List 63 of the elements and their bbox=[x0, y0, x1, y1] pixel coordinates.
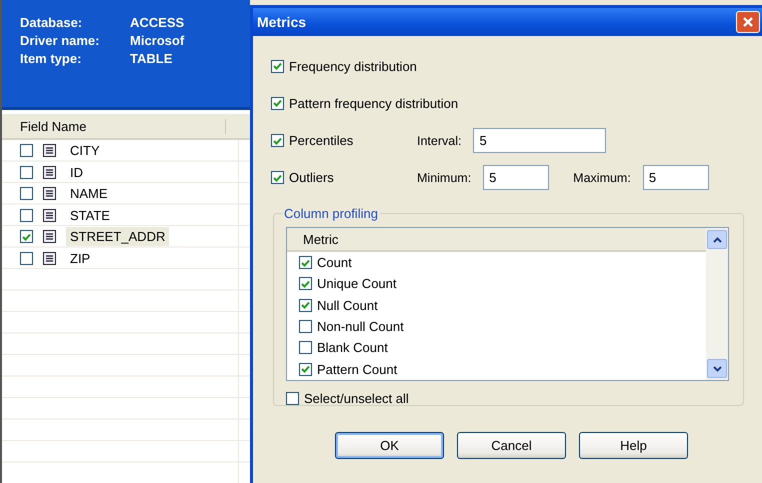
checkbox[interactable] bbox=[299, 298, 312, 312]
column-header[interactable]: Metric bbox=[303, 232, 338, 246]
field-name[interactable]: STATE bbox=[66, 206, 114, 225]
checkbox[interactable] bbox=[20, 166, 33, 179]
checkbox[interactable] bbox=[271, 171, 284, 184]
checkbox[interactable] bbox=[299, 341, 312, 354]
checkbox[interactable] bbox=[20, 144, 33, 158]
checkbox-label: Pattern frequency distribution bbox=[289, 96, 458, 110]
group-title: Column profiling bbox=[283, 206, 379, 221]
close-button[interactable] bbox=[736, 11, 760, 33]
info-value: TABLE bbox=[130, 50, 174, 67]
field-label: Minimum: bbox=[417, 170, 472, 184]
checkbox-label: Percentiles bbox=[289, 133, 354, 148]
table-field-icon bbox=[43, 208, 56, 222]
info-value: ACCESS bbox=[130, 14, 186, 31]
metric-label: Count bbox=[317, 255, 352, 270]
field-name[interactable]: ID bbox=[66, 162, 87, 182]
checkbox[interactable] bbox=[299, 256, 312, 270]
checkbox[interactable] bbox=[286, 392, 299, 405]
close-icon bbox=[742, 16, 754, 28]
checkbox[interactable] bbox=[20, 187, 33, 200]
info-label: Item type: bbox=[20, 50, 82, 67]
scrollbar[interactable] bbox=[706, 228, 728, 380]
table-field-icon bbox=[43, 187, 56, 200]
info-value: Microsof bbox=[130, 32, 186, 49]
scroll-up-icon[interactable] bbox=[707, 230, 727, 249]
checkbox[interactable] bbox=[299, 362, 312, 376]
checkbox-label: Select/unselect all bbox=[304, 391, 409, 406]
input-field[interactable]: 5 bbox=[483, 165, 550, 190]
checkbox[interactable] bbox=[271, 96, 284, 110]
checkbox-label: Frequency distribution bbox=[289, 58, 417, 74]
metric-label: Non-null Count bbox=[317, 319, 404, 334]
input-field[interactable]: 5 bbox=[473, 128, 606, 153]
info-label: Database: bbox=[20, 14, 84, 31]
checkbox[interactable] bbox=[271, 60, 284, 72]
checkbox[interactable] bbox=[20, 252, 33, 265]
checkbox[interactable] bbox=[20, 208, 33, 222]
table-field-icon bbox=[43, 166, 56, 179]
checkbox[interactable] bbox=[299, 320, 312, 334]
table-field-icon bbox=[43, 230, 56, 244]
dialog-button[interactable]: OK bbox=[335, 432, 444, 459]
checkbox[interactable] bbox=[20, 230, 33, 244]
checkbox[interactable] bbox=[299, 277, 312, 290]
field-name[interactable]: STREET_ADDR bbox=[66, 227, 170, 246]
table-field-icon bbox=[43, 144, 56, 158]
checkbox-label: Outliers bbox=[289, 170, 334, 185]
metric-label: Unique Count bbox=[317, 276, 396, 292]
dialog-button[interactable]: Help bbox=[579, 432, 688, 459]
info-label: Driver name: bbox=[20, 32, 100, 49]
metric-label: Blank Count bbox=[317, 340, 388, 356]
metric-label: Null Count bbox=[317, 298, 378, 313]
checkbox[interactable] bbox=[271, 134, 284, 147]
field-label: Maximum: bbox=[573, 170, 631, 184]
field-name[interactable]: NAME bbox=[66, 184, 112, 204]
dialog-button[interactable]: Cancel bbox=[457, 432, 566, 459]
window-title: Metrics bbox=[257, 14, 306, 30]
field-name[interactable]: CITY bbox=[66, 141, 104, 160]
field-name[interactable]: ZIP bbox=[66, 248, 94, 268]
input-field[interactable]: 5 bbox=[642, 165, 709, 190]
scroll-down-icon[interactable] bbox=[707, 359, 727, 378]
metric-label: Pattern Count bbox=[317, 362, 398, 377]
table-field-icon bbox=[43, 252, 56, 265]
field-label: Interval: bbox=[417, 134, 462, 148]
